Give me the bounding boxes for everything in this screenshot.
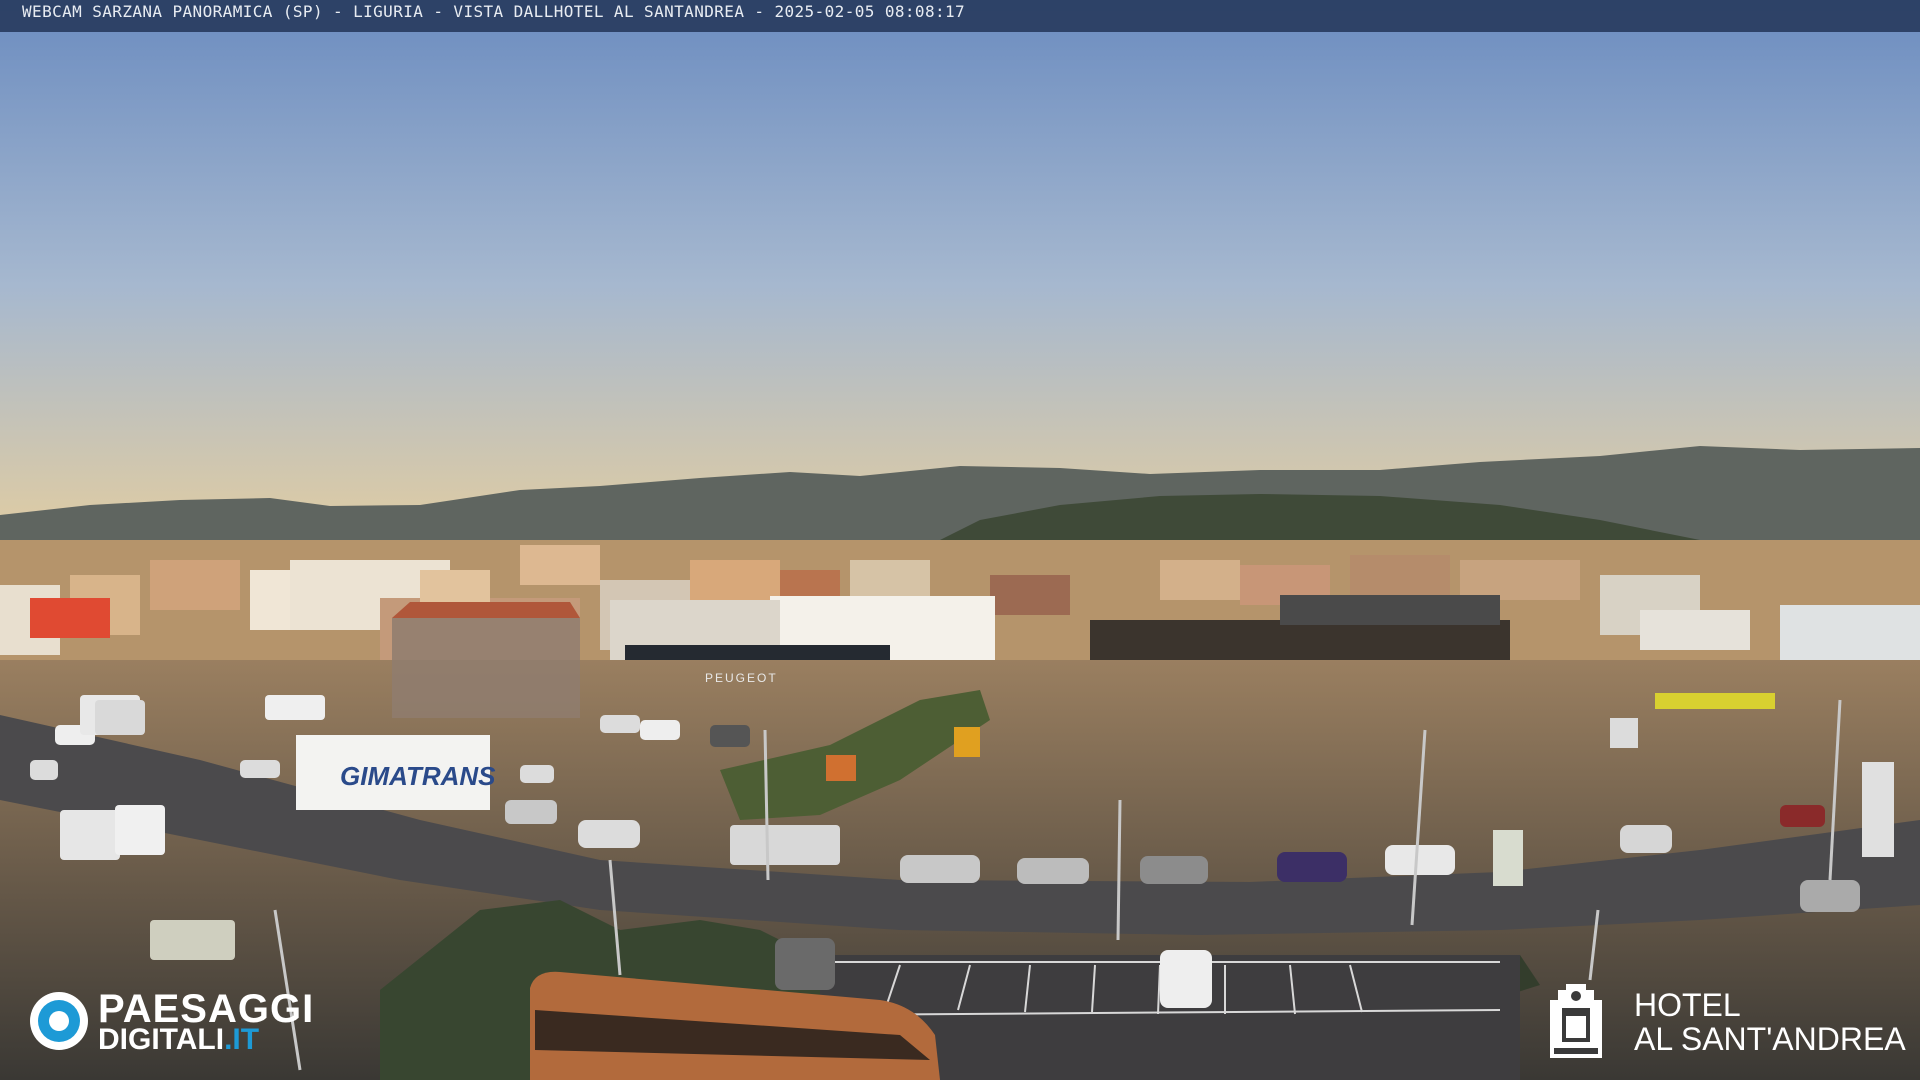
hotel-logo: HOTEL AL SANT'ANDREA xyxy=(1544,978,1906,1068)
webcam-caption: WEBCAM SARZANA PANORAMICA (SP) - LIGURIA… xyxy=(22,2,966,21)
eye-icon xyxy=(30,992,88,1050)
caption-bar: WEBCAM SARZANA PANORAMICA (SP) - LIGURIA… xyxy=(0,0,1920,32)
pixelated-facade xyxy=(392,618,580,718)
webcam-frame: GIMATRANS PEUGEOT WEBCAM SARZANA PANORAM… xyxy=(0,0,1920,1080)
roof xyxy=(392,602,580,618)
hotel-name-line1: HOTEL xyxy=(1634,987,1741,1023)
logo-word-digitali: DIGITALI.IT xyxy=(98,1023,260,1056)
hotel-name-line2: AL SANT'ANDREA xyxy=(1634,1021,1906,1057)
paesaggi-digitali-logo: PAESAGGI DIGITALI.IT xyxy=(30,988,340,1064)
sky xyxy=(0,0,1920,520)
hotel-emblem-icon xyxy=(1550,984,1602,1058)
panorama-photo: GIMATRANS PEUGEOT xyxy=(0,0,1920,1080)
dealer-sign: PEUGEOT xyxy=(705,671,778,685)
truck-logo: GIMATRANS xyxy=(340,761,496,791)
